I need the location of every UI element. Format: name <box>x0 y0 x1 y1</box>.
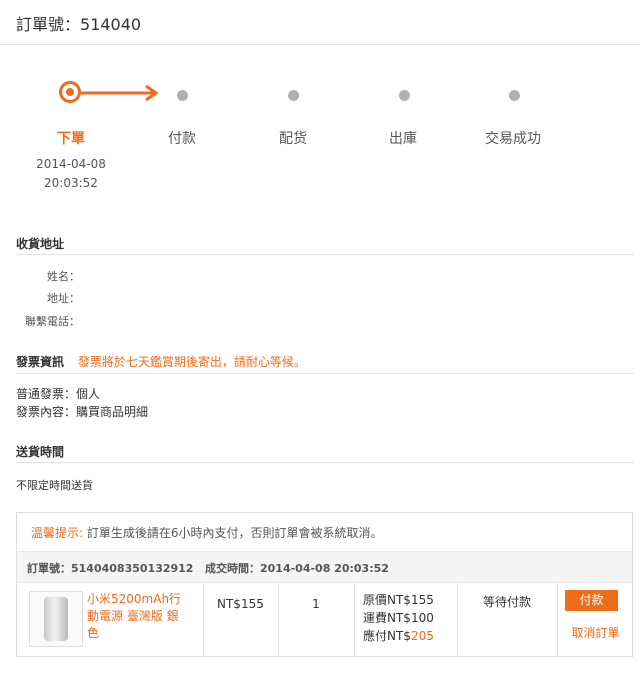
col-divider-3 <box>354 583 355 657</box>
price-breakdown: 原價NT$155 運費NT$100 應付NT$205 <box>363 591 434 645</box>
cancel-order-link[interactable]: 取消訂單 <box>557 624 634 641</box>
order-status: 等待付款 <box>482 595 531 609</box>
header-divider <box>0 44 640 45</box>
col-divider-5 <box>557 583 558 657</box>
step-label-order: 下單 <box>57 131 85 147</box>
payable-value: 205 <box>410 629 434 643</box>
delivery-divider <box>16 462 634 463</box>
shipping-fee: 運費NT$100 <box>363 611 434 625</box>
shipping-address-title: 收貨地址 <box>16 237 65 251</box>
original-price: 原價NT$155 <box>363 593 434 607</box>
product-quantity: 1 <box>312 597 320 611</box>
name-label: 姓名： <box>47 270 80 283</box>
meta-order-number: 訂單號：5140408350132912 <box>27 562 194 575</box>
step-time: 20:03:52 <box>44 176 98 190</box>
step-label-pack: 配货 <box>279 131 307 147</box>
invoice-content: 發票內容：購買商品明細 <box>16 405 149 419</box>
payable-label: 應付NT$ <box>363 629 411 643</box>
step-active-icon <box>59 81 81 103</box>
step-dot-outbound <box>399 90 410 101</box>
product-name[interactable]: 小米5200mAh行動電源 臺灣版 銀色 <box>87 591 189 642</box>
meta-deal-time: 成交時間：2014-04-08 20:03:52 <box>205 562 389 575</box>
warning-text: 訂單生成後請在6小時內支付，否則訂單會被系統取消。 <box>83 526 383 540</box>
address-label: 地址： <box>47 292 80 305</box>
order-box: 溫馨提示: 訂單生成後請在6小時內支付，否則訂單會被系統取消。 訂單號：5140… <box>16 512 633 657</box>
invoice-type: 普通發票：個人 <box>16 387 101 401</box>
phone-label: 聯繫電話： <box>25 315 80 328</box>
step-dot-pack <box>288 90 299 101</box>
power-bank-image <box>44 597 68 641</box>
step-label-pay: 付款 <box>168 131 196 147</box>
invoice-title: 發票資訊 <box>16 355 65 369</box>
order-warning: 溫馨提示: 訂單生成後請在6小時內支付，否則訂單會被系統取消。 <box>31 524 383 541</box>
warning-label: 溫馨提示: <box>31 526 84 540</box>
order-number: 514040 <box>80 15 142 34</box>
order-number-label: 訂單號： <box>16 15 81 34</box>
invoice-header: 發票資訊 發票將於七天鑑賞期後寄出，請耐心等候。 <box>16 353 306 370</box>
delivery-title: 送貨時間 <box>16 445 65 459</box>
step-dot-success <box>509 90 520 101</box>
invoice-divider <box>16 373 634 374</box>
product-price: NT$155 <box>217 597 264 611</box>
product-thumbnail[interactable] <box>29 591 83 647</box>
order-meta-bar: 訂單號：5140408350132912 成交時間：2014-04-08 20:… <box>17 551 632 583</box>
step-date: 2014-04-08 <box>36 157 106 171</box>
step-label-outbound: 出庫 <box>389 131 417 147</box>
col-divider-2 <box>278 583 279 657</box>
payable-amount: 應付NT$205 <box>363 627 434 645</box>
col-divider-1 <box>203 583 204 657</box>
step-label-success: 交易成功 <box>485 131 541 147</box>
shipping-divider <box>16 254 634 255</box>
pay-button[interactable]: 付款 <box>565 590 618 611</box>
arrow-right-icon <box>80 84 159 102</box>
delivery-value: 不限定時間送貨 <box>16 479 93 492</box>
invoice-notice: 發票將於七天鑑賞期後寄出，請耐心等候。 <box>77 355 306 369</box>
step-dot-pay <box>177 90 188 101</box>
order-title: 訂單號：514040 <box>16 11 141 35</box>
